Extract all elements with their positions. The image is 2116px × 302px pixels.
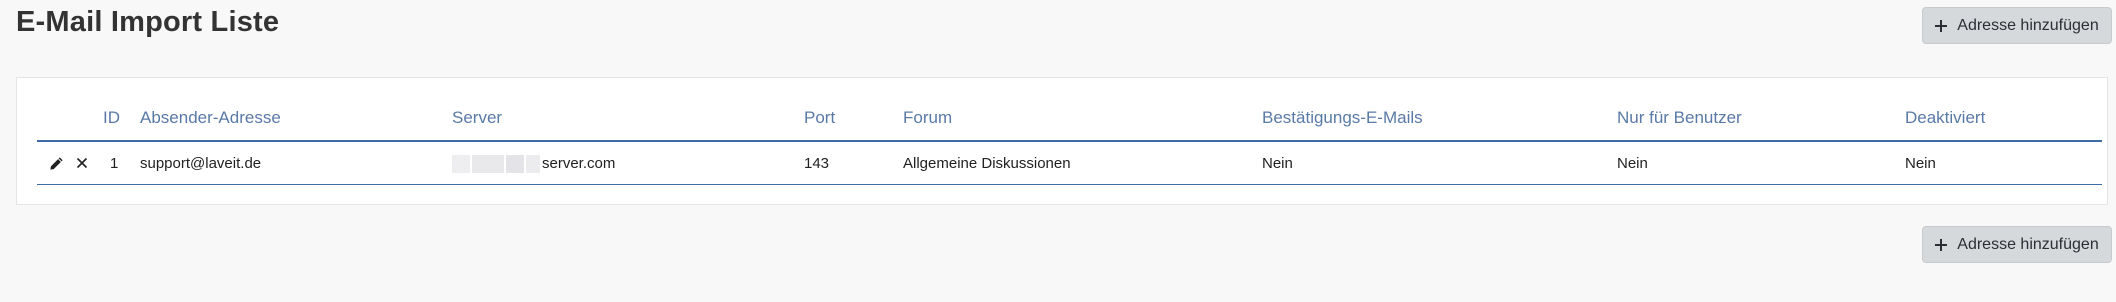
cell-forum: Allgemeine Diskussionen [903, 155, 1071, 172]
column-header-id[interactable]: ID [103, 108, 120, 128]
table-header-divider [37, 140, 2102, 142]
pencil-icon[interactable] [47, 154, 65, 172]
plus-icon [1935, 238, 1948, 251]
import-list-card: ID Absender-Adresse Server Port Forum Be… [16, 77, 2108, 205]
column-header-confirmation-emails[interactable]: Bestätigungs-E-Mails [1262, 108, 1423, 128]
column-header-users-only[interactable]: Nur für Benutzer [1617, 108, 1742, 128]
redacted-block [452, 155, 470, 174]
redacted-block [472, 155, 504, 174]
add-address-label: Adresse hinzufügen [1957, 16, 2099, 34]
cell-port: 143 [804, 155, 830, 172]
redacted-block [506, 155, 524, 174]
column-header-deactivated[interactable]: Deaktiviert [1905, 108, 1985, 128]
add-address-button[interactable]: Adresse hinzufügen [1922, 7, 2112, 44]
cell-sender: support@laveit.de [140, 155, 262, 172]
redacted-block [526, 155, 540, 174]
cell-id: 1 [110, 155, 119, 172]
column-header-sender[interactable]: Absender-Adresse [140, 108, 281, 128]
table-row-divider [37, 184, 2102, 185]
cell-server-text: server.com [542, 155, 616, 172]
add-address-label: Adresse hinzufügen [1957, 235, 2099, 253]
cell-deactivated: Nein [1905, 155, 1936, 172]
plus-icon [1935, 19, 1948, 32]
column-header-server[interactable]: Server [452, 108, 502, 128]
close-icon[interactable] [73, 154, 91, 172]
add-address-button-bottom[interactable]: Adresse hinzufügen [1922, 226, 2112, 263]
cell-server: server.com [452, 155, 616, 174]
column-header-forum[interactable]: Forum [903, 108, 952, 128]
cell-confirmation-emails: Nein [1262, 155, 1293, 172]
page-title: E-Mail Import Liste [16, 6, 280, 38]
column-header-port[interactable]: Port [804, 108, 835, 128]
cell-users-only: Nein [1617, 155, 1648, 172]
